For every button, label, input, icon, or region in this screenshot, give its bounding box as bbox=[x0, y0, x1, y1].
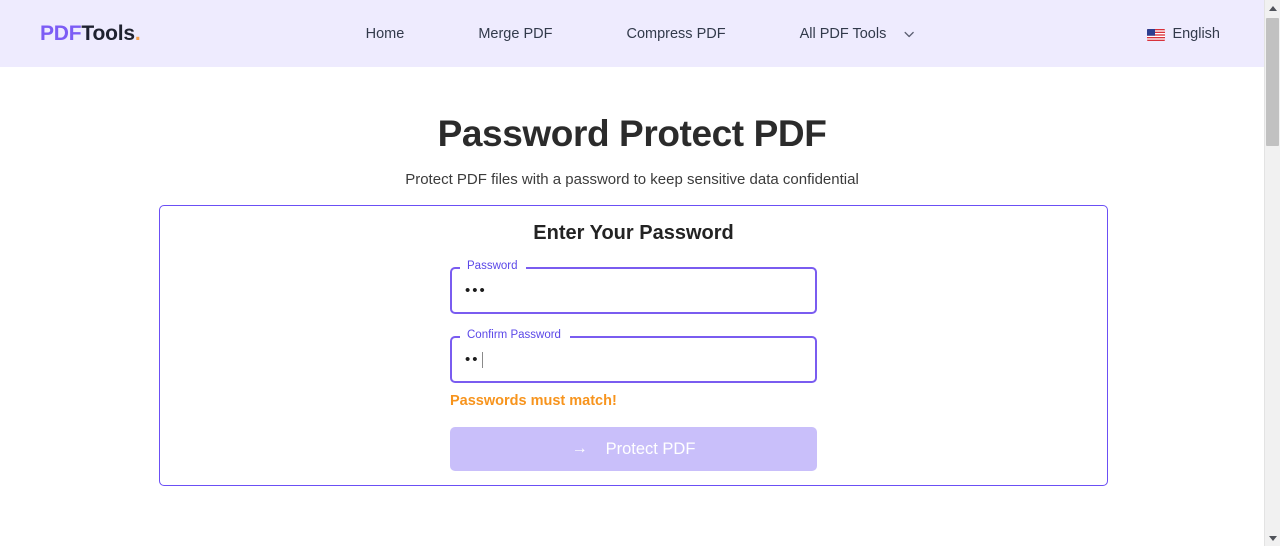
vertical-scrollbar[interactable] bbox=[1264, 0, 1280, 546]
protect-pdf-button[interactable]: → Protect PDF bbox=[450, 427, 817, 471]
page-title: Password Protect PDF bbox=[0, 113, 1264, 155]
nav-item-merge-pdf[interactable]: Merge PDF bbox=[441, 20, 589, 48]
nav-item-compress-pdf[interactable]: Compress PDF bbox=[589, 20, 762, 48]
password-form-card: Enter Your Password Password ••• Confirm… bbox=[159, 205, 1108, 486]
arrow-right-icon: → bbox=[572, 440, 588, 458]
nav-item-label: Merge PDF bbox=[478, 26, 552, 42]
password-error-message: Passwords must match! bbox=[450, 393, 817, 409]
language-selector[interactable]: English bbox=[1147, 26, 1220, 42]
password-input[interactable]: ••• bbox=[465, 267, 487, 314]
nav-item-label: Home bbox=[366, 26, 405, 42]
hero-section: Password Protect PDF Protect PDF files w… bbox=[0, 113, 1264, 188]
chevron-down-icon bbox=[902, 28, 915, 41]
password-form: Password ••• Confirm Password •• Passwor… bbox=[450, 267, 817, 471]
scroll-down-arrow-icon bbox=[1269, 536, 1277, 541]
text-caret bbox=[482, 352, 484, 368]
confirm-password-input-value: •• bbox=[465, 351, 480, 368]
confirm-password-field-outline bbox=[450, 336, 817, 383]
confirm-password-input[interactable]: •• bbox=[465, 336, 483, 383]
site-header: PDFTools. Home Merge PDF Compress PDF Al… bbox=[0, 0, 1264, 67]
scrollbar-up-button[interactable] bbox=[1265, 0, 1280, 16]
logo-text-primary: PDF bbox=[40, 22, 81, 45]
main-navigation: Home Merge PDF Compress PDF All PDF Tool… bbox=[329, 20, 936, 48]
nav-item-label: Compress PDF bbox=[626, 26, 725, 42]
nav-item-label: All PDF Tools bbox=[800, 26, 887, 42]
page-content: PDFTools. Home Merge PDF Compress PDF Al… bbox=[0, 0, 1264, 546]
logo-accent-dot: . bbox=[135, 22, 141, 45]
card-title: Enter Your Password bbox=[160, 222, 1107, 245]
password-field[interactable]: Password ••• bbox=[450, 267, 817, 314]
scrollbar-thumb[interactable] bbox=[1266, 18, 1279, 146]
protect-pdf-button-label: Protect PDF bbox=[606, 440, 696, 459]
scroll-up-arrow-icon bbox=[1269, 6, 1277, 11]
password-field-outline bbox=[450, 267, 817, 314]
us-flag-icon bbox=[1147, 29, 1165, 41]
scrollbar-down-button[interactable] bbox=[1265, 530, 1280, 546]
nav-item-all-pdf-tools[interactable]: All PDF Tools bbox=[763, 20, 936, 48]
page-subtitle: Protect PDF files with a password to kee… bbox=[0, 171, 1264, 188]
site-logo[interactable]: PDFTools. bbox=[40, 22, 141, 46]
confirm-password-field[interactable]: Confirm Password •• bbox=[450, 336, 817, 383]
password-input-value: ••• bbox=[465, 282, 487, 299]
language-label: English bbox=[1172, 26, 1220, 42]
logo-text-secondary: Tools bbox=[81, 22, 134, 45]
nav-item-home[interactable]: Home bbox=[329, 20, 442, 48]
